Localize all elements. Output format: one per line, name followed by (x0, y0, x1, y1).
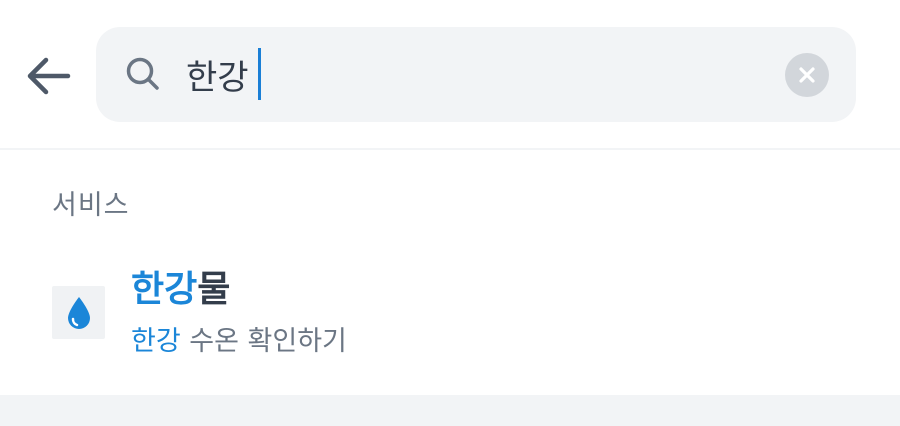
subtitle-rest: 수온 확인하기 (180, 326, 347, 357)
section-separator (0, 395, 900, 426)
result-subtitle: 한강 수온 확인하기 (131, 324, 347, 360)
title-rest: 물 (197, 269, 231, 310)
water-drop-icon (67, 296, 90, 329)
subtitle-highlight: 한강 (131, 326, 181, 357)
search-input[interactable] (186, 46, 746, 102)
result-title: 한강물 (131, 266, 230, 314)
list-item[interactable]: 한강물 한강 수온 확인하기 (0, 250, 900, 370)
back-button[interactable] (22, 52, 74, 100)
text-caret (258, 48, 261, 100)
title-highlight: 한강 (131, 269, 198, 310)
close-icon (799, 67, 815, 83)
clear-search-button[interactable] (785, 53, 829, 97)
header-divider (0, 148, 900, 150)
search-header (0, 0, 900, 148)
section-title: 서비스 (52, 190, 130, 221)
search-icon (126, 57, 159, 90)
arrow-left-icon (27, 57, 71, 95)
service-icon-box (52, 286, 105, 339)
